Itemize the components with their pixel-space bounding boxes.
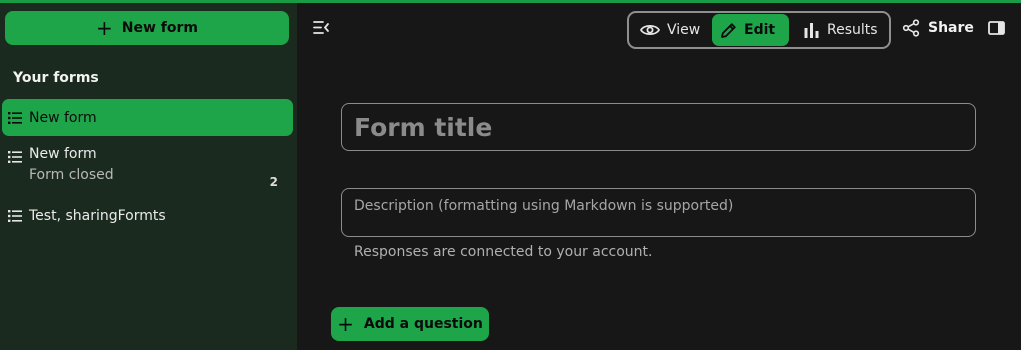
share-icon (902, 19, 920, 37)
form-item-status: Form closed (29, 167, 114, 183)
form-description-input[interactable] (341, 188, 976, 237)
list-icon (8, 151, 22, 163)
plus-icon: + (96, 16, 113, 40)
add-question-button[interactable]: + Add a question (331, 307, 489, 341)
share-button[interactable]: Share (902, 19, 974, 37)
sidebar-form-item[interactable]: Test, sharingFormts (2, 204, 293, 228)
sidebar-form-item[interactable]: New form Form closed 2 (2, 146, 293, 192)
pencil-icon (721, 22, 736, 38)
eye-icon (640, 24, 660, 36)
results-mode-button[interactable]: Results (796, 14, 886, 46)
list-icon (8, 210, 22, 222)
form-item-title: Test, sharingFormts (29, 208, 166, 224)
mode-switch: View Edit Results (627, 11, 891, 49)
share-button-label: Share (928, 20, 974, 36)
form-item-title: New form (29, 146, 97, 162)
form-title-input[interactable] (341, 103, 976, 151)
bar-chart-icon (804, 22, 819, 38)
collapse-sidebar-icon[interactable] (313, 20, 330, 35)
view-mode-button[interactable]: View (632, 14, 708, 46)
sidebar-form-item[interactable]: New form (2, 99, 293, 136)
responses-note: Responses are connected to your account. (354, 244, 653, 260)
form-item-title: New form (29, 109, 97, 126)
add-question-label: Add a question (363, 316, 483, 332)
plus-icon: + (337, 312, 354, 336)
toggle-sidebar-icon[interactable] (988, 21, 1005, 35)
new-form-button[interactable]: + New form (5, 11, 289, 45)
sidebar: + New form Your forms New form New form … (0, 3, 297, 350)
results-mode-label: Results (827, 22, 878, 38)
edit-mode-label: Edit (744, 22, 776, 38)
view-mode-label: View (667, 22, 701, 38)
response-count-badge: 2 (269, 175, 278, 189)
your-forms-heading: Your forms (13, 70, 99, 86)
edit-mode-button[interactable]: Edit (712, 14, 789, 46)
list-icon (8, 111, 22, 124)
new-form-button-label: New form (121, 20, 198, 36)
